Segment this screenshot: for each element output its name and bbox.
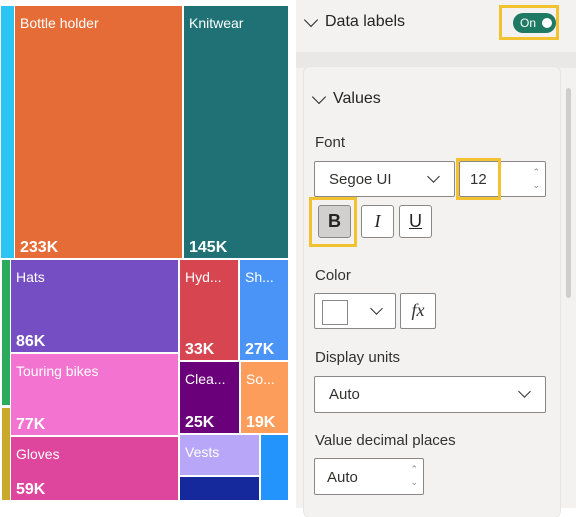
tile-value-label: 233K — [20, 239, 59, 256]
tile-category-label: Vests — [185, 444, 220, 460]
treemap-tile[interactable]: So... 19K — [241, 362, 288, 433]
tile-value-label: 19K — [246, 414, 276, 431]
group-strip[interactable] — [1, 6, 14, 258]
treemap-tile[interactable]: Hyd... 33K — [180, 260, 238, 360]
decimal-places-label: Value decimal places — [315, 432, 456, 449]
bold-highlight — [309, 197, 357, 247]
format-pane: Data labels On Values Font Segoe UI 12 ⌃… — [296, 0, 576, 517]
treemap-tile[interactable]: Knitwear 145K — [184, 6, 288, 258]
display-units-dropdown[interactable]: Auto — [314, 376, 546, 413]
scrollbar[interactable] — [566, 88, 571, 298]
font-family-dropdown[interactable]: Segoe UI — [314, 161, 455, 197]
data-labels-header[interactable]: Data labels — [303, 12, 406, 31]
chevron-down-icon — [370, 302, 383, 315]
tile-value-label: 77K — [16, 416, 46, 433]
treemap-tile[interactable] — [261, 435, 288, 500]
tile-value-label: 86K — [16, 333, 46, 350]
decimal-places-value: Auto — [327, 469, 358, 486]
toggle-knob — [542, 18, 552, 28]
data-labels-toggle[interactable]: On — [513, 13, 556, 33]
spin-up-icon[interactable]: ⌃ — [532, 168, 540, 177]
treemap-tile[interactable]: Touring bikes 77K — [11, 354, 178, 435]
chevron-down-icon — [518, 385, 531, 398]
tile-value-label: 25K — [185, 414, 215, 431]
font-label: Font — [315, 134, 346, 151]
chevron-down-icon — [311, 89, 327, 105]
decimal-places-input[interactable]: Auto ⌃ ⌄ — [314, 458, 424, 495]
color-picker[interactable] — [314, 293, 396, 329]
treemap-visual[interactable]: Bottle holder 233K Knitwear 145K Hats 86K Tour… — [0, 0, 292, 508]
italic-button[interactable]: I — [361, 205, 394, 238]
values-header[interactable]: Values — [311, 89, 381, 108]
section-divider — [296, 52, 576, 68]
data-labels-title: Data labels — [325, 13, 406, 30]
group-strip[interactable] — [2, 260, 10, 405]
fx-button[interactable]: fx — [400, 293, 436, 329]
spin-down-icon[interactable]: ⌄ — [532, 181, 540, 190]
tile-category-label: Clea... — [185, 371, 226, 387]
tile-category-label: Touring bikes — [16, 363, 99, 379]
treemap-tile[interactable]: Vests — [180, 435, 259, 475]
tile-category-label: Hats — [16, 269, 45, 285]
tile-value-label: 145K — [189, 239, 228, 256]
treemap-tile[interactable]: Clea... 25K — [180, 362, 239, 433]
treemap-tile[interactable]: Hats 86K — [11, 260, 178, 352]
display-units-label: Display units — [315, 349, 401, 366]
treemap-tile[interactable]: Bottle holder 233K — [15, 6, 182, 258]
tile-value-label: 59K — [16, 481, 46, 498]
group-strip[interactable] — [2, 408, 10, 500]
font-family-value: Segoe UI — [329, 171, 392, 188]
values-card: Values Font Segoe UI 12 ⌃ ⌄ B I U Color … — [304, 67, 560, 517]
treemap-tile[interactable]: Sh... 27K — [240, 260, 288, 360]
display-units-value: Auto — [329, 386, 360, 403]
font-size-highlight — [456, 158, 501, 200]
tile-category-label: Gloves — [16, 446, 60, 462]
spin-down-icon[interactable]: ⌄ — [410, 478, 418, 487]
tile-category-label: Knitwear — [189, 15, 244, 31]
tile-category-label: Hyd... — [185, 269, 222, 285]
toggle-label: On — [520, 16, 537, 30]
tile-category-label: So... — [246, 371, 275, 387]
treemap-tile[interactable]: Gloves 59K — [11, 437, 178, 500]
chevron-down-icon — [303, 12, 319, 28]
tile-category-label: Sh... — [245, 269, 274, 285]
color-label: Color — [315, 267, 351, 284]
values-title: Values — [333, 90, 381, 107]
underline-button[interactable]: U — [399, 205, 432, 238]
color-swatch — [322, 300, 348, 325]
tile-value-label: 33K — [185, 341, 215, 358]
treemap-tile[interactable] — [180, 477, 259, 500]
chevron-down-icon — [427, 170, 440, 183]
tile-category-label: Bottle holder — [20, 15, 99, 31]
spin-up-icon[interactable]: ⌃ — [410, 465, 418, 474]
tile-value-label: 27K — [245, 341, 275, 358]
